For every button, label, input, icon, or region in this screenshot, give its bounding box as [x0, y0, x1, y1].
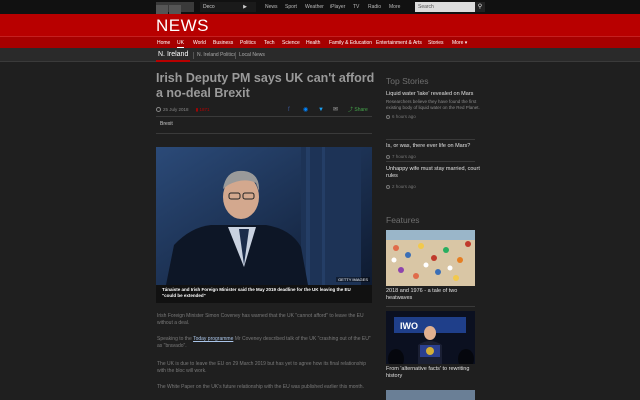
twitter-share-icon[interactable]: ▼ — [318, 105, 324, 115]
features-heading: Features — [386, 215, 420, 225]
main-nav: Home UK World Business Politics Tech Sci… — [0, 36, 640, 49]
subnav-local-news[interactable]: Local News — [239, 48, 265, 62]
paragraph-text: Speaking to the — [157, 336, 194, 342]
topnav-weather[interactable]: Weather — [305, 0, 324, 14]
image-caption: Tánaiste and Irish Foreign Minister said… — [156, 285, 372, 303]
feature-title[interactable]: 2018 and 1976 - a tale of two heatwaves — [386, 288, 481, 302]
facebook-share-icon[interactable]: f — [288, 105, 290, 115]
feature-divider — [386, 306, 475, 307]
article-hero-image: GETTY IMAGES — [156, 147, 372, 285]
comments-link[interactable]: ▮ 1871 — [196, 107, 210, 112]
share-button[interactable]: ⤴ Share — [348, 105, 368, 115]
svg-text:IWO: IWO — [400, 321, 418, 331]
chevron-right-icon: ▶ — [243, 4, 247, 10]
topnav-news[interactable]: News — [265, 0, 278, 14]
top-stories-heading: Top Stories — [386, 76, 429, 86]
paragraph: The UK is due to leave the EU on 29 Marc… — [157, 361, 367, 374]
top-bar: Deco ▶ News Sport Weather iPlayer TV Rad… — [0, 0, 640, 33]
email-share-icon[interactable]: ✉ — [333, 105, 338, 115]
subnav-divider — [193, 52, 194, 59]
bbc-logo[interactable] — [156, 2, 194, 33]
search-icon[interactable]: ⚲ — [475, 2, 485, 12]
topic-tag[interactable]: Brexit — [160, 121, 173, 127]
subnav-divider — [235, 52, 236, 59]
subnav-ni-politics[interactable]: N. Ireland Politics — [197, 48, 236, 62]
share-icon: ⤴ — [348, 107, 354, 113]
search-placeholder: Search — [418, 4, 434, 10]
deco-menu[interactable]: Deco ▶ — [200, 2, 256, 12]
topnav-iplayer[interactable]: iPlayer — [330, 0, 345, 14]
top-story[interactable]: Liquid water 'lake' revealed on Mars Res… — [386, 91, 481, 119]
speaker-podium-photo: IWO — [386, 311, 475, 364]
story-summary: Researchers believe they have found the … — [386, 99, 480, 110]
story-time-text: 7 hours ago — [392, 154, 416, 159]
story-title[interactable]: Liquid water 'lake' revealed on Mars — [386, 91, 481, 98]
story-title[interactable]: Is, or was, there ever life on Mars? — [386, 143, 481, 150]
today-programme-link[interactable]: Today programme — [193, 336, 233, 342]
clock-icon — [386, 114, 390, 119]
comment-icon: ▮ — [195, 107, 199, 112]
story-divider — [386, 139, 475, 140]
clock-icon — [386, 184, 390, 189]
section-title[interactable]: N. Ireland — [156, 48, 191, 62]
deco-label: Deco — [203, 4, 215, 10]
feature-title[interactable]: From 'alternative facts' to rewriting hi… — [386, 366, 481, 380]
story-time: 2 hours ago — [386, 184, 481, 189]
story-time: 7 hours ago — [386, 154, 481, 159]
search-input[interactable]: Search ⚲ — [415, 2, 485, 12]
masthead: NEWS — [0, 14, 640, 36]
meta-divider — [156, 116, 372, 117]
topnav-sport[interactable]: Sport — [285, 0, 297, 14]
sub-nav: N. Ireland N. Ireland Politics Local New… — [0, 48, 640, 62]
feature-image-facts[interactable]: IWO — [386, 311, 475, 364]
comment-count: 1871 — [199, 107, 210, 112]
article-date: 25 July 2018 — [163, 107, 189, 112]
clock-icon — [386, 154, 390, 159]
topnav-tv[interactable]: TV — [353, 0, 359, 14]
story-time-text: 2 hours ago — [392, 184, 416, 189]
story-time-text: 6 hours ago — [392, 114, 416, 119]
news-logo[interactable]: NEWS — [156, 16, 209, 36]
chevron-down-icon: ▾ — [464, 40, 468, 46]
story-time: 6 hours ago — [386, 114, 481, 119]
paragraph: Irish Foreign Minister Simon Coveney has… — [157, 313, 364, 326]
nav-more-label: More — [452, 40, 464, 46]
paragraph: The White Paper on the UK's future relat… — [157, 384, 364, 390]
story-divider — [386, 161, 475, 162]
clock-icon — [156, 107, 161, 113]
topnav-radio[interactable]: Radio — [368, 0, 381, 14]
feature-image-heatwave[interactable] — [386, 230, 475, 286]
beach-crowd-photo — [386, 230, 475, 286]
article-headline: Irish Deputy PM says UK can't afford a n… — [156, 71, 375, 100]
messenger-share-icon[interactable]: ◉ — [303, 105, 308, 115]
article-meta: 25 July 2018 ▮ 1871 — [156, 105, 372, 115]
share-label: Share — [354, 107, 368, 113]
tag-divider — [156, 133, 372, 134]
topnav-more[interactable]: More — [389, 0, 400, 14]
top-story[interactable]: Unhappy wife must stay married, court ru… — [386, 166, 481, 189]
hero-photo — [156, 147, 372, 285]
story-title[interactable]: Unhappy wife must stay married, court ru… — [386, 166, 481, 180]
paragraph: Speaking to the Today programme Mr Coven… — [157, 336, 373, 350]
feature-image-next[interactable] — [386, 390, 475, 400]
image-credit: GETTY IMAGES — [336, 277, 370, 282]
top-story[interactable]: Is, or was, there ever life on Mars? 7 h… — [386, 143, 481, 159]
